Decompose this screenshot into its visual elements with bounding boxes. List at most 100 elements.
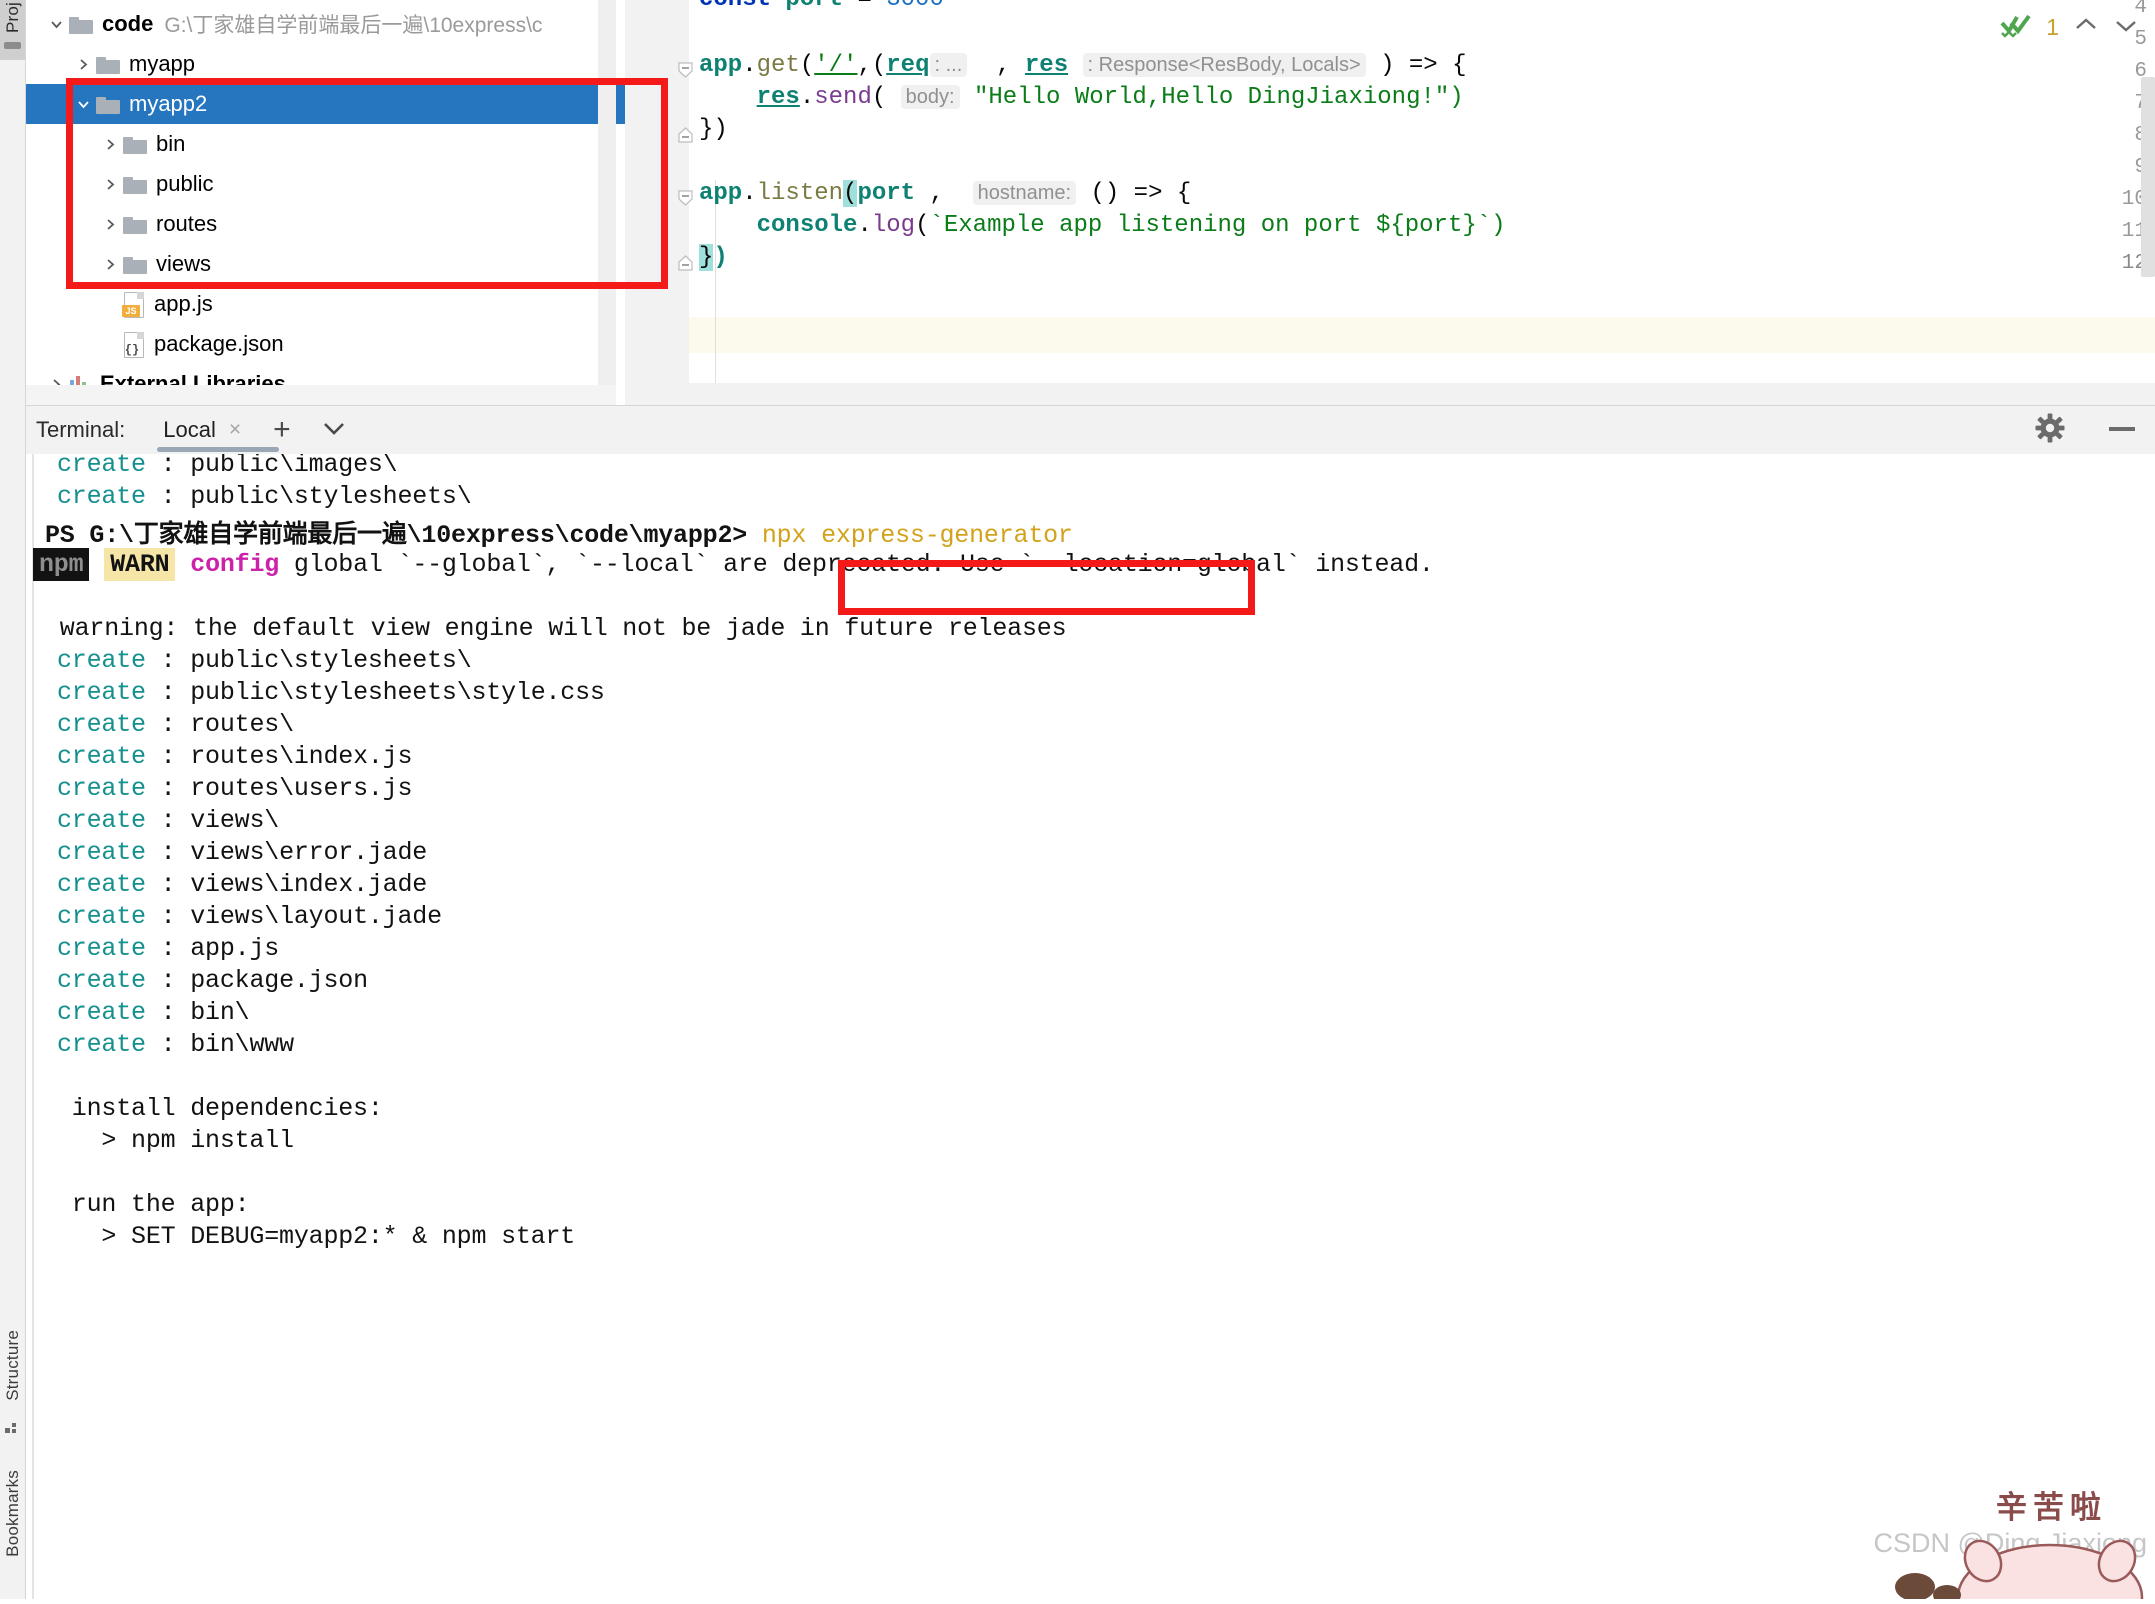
token-listen: listen bbox=[756, 180, 844, 207]
terminal-line: create : routes\users.js bbox=[57, 774, 413, 803]
sidebar-tab-structure[interactable]: Structure bbox=[3, 1330, 23, 1401]
code-line-12[interactable]: }) bbox=[699, 244, 728, 271]
chevron-right-icon[interactable] bbox=[97, 244, 123, 284]
tree-vertical-scrollbar-track[interactable] bbox=[598, 0, 1212, 405]
editor-gutter[interactable] bbox=[625, 0, 685, 405]
folder-icon bbox=[123, 175, 147, 194]
chevron-right-icon[interactable] bbox=[70, 44, 96, 84]
structure-icon bbox=[5, 1422, 20, 1435]
project-tab-label: Proj bbox=[3, 2, 22, 34]
folder-icon bbox=[123, 215, 147, 234]
terminal-tab-active-underline bbox=[157, 447, 280, 452]
warn-badge: WARN bbox=[104, 548, 176, 581]
gear-icon[interactable] bbox=[2035, 413, 2065, 448]
tree-item-label: myapp bbox=[129, 51, 196, 76]
folder-icon bbox=[123, 135, 147, 154]
code-line-7[interactable]: res.send( body: "Hello World,Hello DingJ… bbox=[699, 84, 1464, 111]
editor-bottom-bar bbox=[625, 383, 2155, 405]
tree-row-myapp[interactable]: myapp bbox=[25, 44, 625, 84]
terminal-npm-warn-line: npm WARN config global `--global`, `--lo… bbox=[33, 548, 1434, 581]
terminal-line: create : views\error.jade bbox=[57, 838, 428, 867]
line-number: 10 bbox=[2121, 188, 2147, 211]
param-hint-req: : ... bbox=[929, 53, 968, 77]
terminal-line: create : public\images\ bbox=[57, 454, 398, 479]
chevron-right-icon[interactable] bbox=[97, 164, 123, 204]
sidebar-tab-bookmarks[interactable]: Bookmarks bbox=[3, 1470, 23, 1557]
terminal-line: install dependencies: bbox=[57, 1094, 383, 1123]
current-line-highlight bbox=[625, 317, 2155, 353]
inspection-count: 1 bbox=[2046, 14, 2059, 40]
code-line-11[interactable]: console.log(`Example app listening on po… bbox=[699, 212, 1506, 239]
fold-marker-icon[interactable] bbox=[677, 126, 694, 143]
terminal-line: create : app.js bbox=[57, 934, 280, 963]
param-hint-body: body: bbox=[900, 85, 960, 109]
line-number: 8 bbox=[2092, 124, 2147, 147]
line-number: 12 bbox=[2121, 252, 2147, 275]
previous-highlight-icon[interactable] bbox=[2073, 16, 2099, 39]
fold-marker-icon[interactable] bbox=[677, 190, 694, 207]
fold-marker-icon[interactable] bbox=[677, 254, 694, 271]
json-badge-label: {} bbox=[124, 342, 140, 357]
terminal-line: run the app: bbox=[57, 1190, 250, 1219]
chevron-down-icon[interactable] bbox=[321, 419, 347, 442]
chevron-down-icon[interactable] bbox=[43, 4, 69, 44]
tree-item-label: code bbox=[102, 11, 154, 36]
code-editor[interactable]: 4 5 6 7 8 9 10 11 12 const port = 3000 a… bbox=[625, 0, 2155, 405]
editor-vertical-scrollbar-thumb[interactable] bbox=[2141, 77, 2155, 277]
tree-item-label: public bbox=[156, 171, 214, 196]
terminal-output[interactable]: create : public\images\ create : public\… bbox=[25, 454, 2155, 1599]
terminal-left-rule bbox=[32, 454, 34, 1599]
tree-row-public[interactable]: public bbox=[25, 164, 625, 204]
code-line-4[interactable]: const port = 3000 bbox=[699, 0, 944, 13]
chevron-down-icon[interactable] bbox=[70, 84, 96, 124]
terminal-title: Terminal: bbox=[36, 417, 126, 442]
line-number: 7 bbox=[2092, 92, 2147, 115]
folder-icon bbox=[96, 55, 120, 74]
tree-row-views[interactable]: views bbox=[25, 244, 625, 284]
terminal-line: create : views\index.jade bbox=[57, 870, 428, 899]
tree-row-routes[interactable]: routes bbox=[25, 204, 625, 244]
close-icon[interactable]: × bbox=[229, 418, 241, 442]
token-send: send bbox=[814, 84, 872, 111]
code-line-10[interactable]: app.listen(port , hostname: () => { bbox=[699, 180, 1191, 207]
terminal-line: create : public\stylesheets\ bbox=[57, 482, 472, 511]
token-res: res bbox=[1024, 52, 1069, 79]
terminal-command: npx express-generator bbox=[761, 521, 1073, 550]
chevron-right-icon[interactable] bbox=[97, 124, 123, 164]
token-portnum: 3000 bbox=[886, 0, 944, 13]
next-highlight-icon[interactable] bbox=[2113, 16, 2139, 39]
warn-message: global `--global`, `--local` are depreca… bbox=[279, 550, 1434, 579]
terminal-line: > SET DEBUG=myapp2:* & npm start bbox=[57, 1222, 576, 1251]
config-token: config bbox=[190, 550, 280, 579]
line-number: 9 bbox=[2092, 156, 2147, 179]
add-terminal-tab-button[interactable]: + bbox=[273, 415, 291, 445]
folder-icon bbox=[123, 255, 147, 274]
tree-row-myapp2[interactable]: myapp2 bbox=[25, 84, 625, 124]
tree-row-package-json[interactable]: {} package.json bbox=[25, 324, 625, 364]
token-get: get bbox=[756, 52, 800, 79]
terminal-line: create : routes\index.js bbox=[57, 742, 413, 771]
token-req: req bbox=[886, 52, 930, 79]
code-line-8[interactable]: }) bbox=[699, 116, 728, 143]
tree-item-label: routes bbox=[156, 211, 218, 236]
token-const: const bbox=[699, 0, 771, 13]
sidebar-tab-project[interactable]: Proj bbox=[0, 0, 25, 60]
csdn-watermark: CSDN @Ding Jiaxiong bbox=[1873, 1528, 2147, 1558]
tree-horizontal-scrollbar-track[interactable] bbox=[25, 385, 637, 789]
terminal-tab-local[interactable]: Local × bbox=[157, 406, 280, 454]
inspections-widget[interactable]: 1 bbox=[2000, 12, 2139, 43]
token-equals: = bbox=[857, 0, 871, 13]
code-line-6[interactable]: app.get('/',(req: ... , res : Response<R… bbox=[699, 52, 1466, 79]
tree-item-label: bin bbox=[156, 131, 186, 156]
param-hint-res: : Response<ResBody, Locals> bbox=[1082, 53, 1366, 77]
terminal-vertical-scrollbar-track[interactable] bbox=[2139, 454, 2155, 1599]
token-res2: res bbox=[756, 84, 800, 111]
terminal-line: create : views\ bbox=[57, 806, 280, 835]
fold-marker-icon[interactable] bbox=[677, 62, 694, 79]
tree-row-app-js[interactable]: JS app.js bbox=[25, 284, 625, 324]
minimize-icon[interactable] bbox=[2107, 421, 2137, 439]
tree-row-bin[interactable]: bin bbox=[25, 124, 625, 164]
chevron-right-icon[interactable] bbox=[97, 204, 123, 244]
tree-row-code[interactable]: code G:\丁家雄自学前端最后一遍\10express\c bbox=[25, 4, 625, 44]
json-file-icon: {} bbox=[123, 331, 145, 358]
